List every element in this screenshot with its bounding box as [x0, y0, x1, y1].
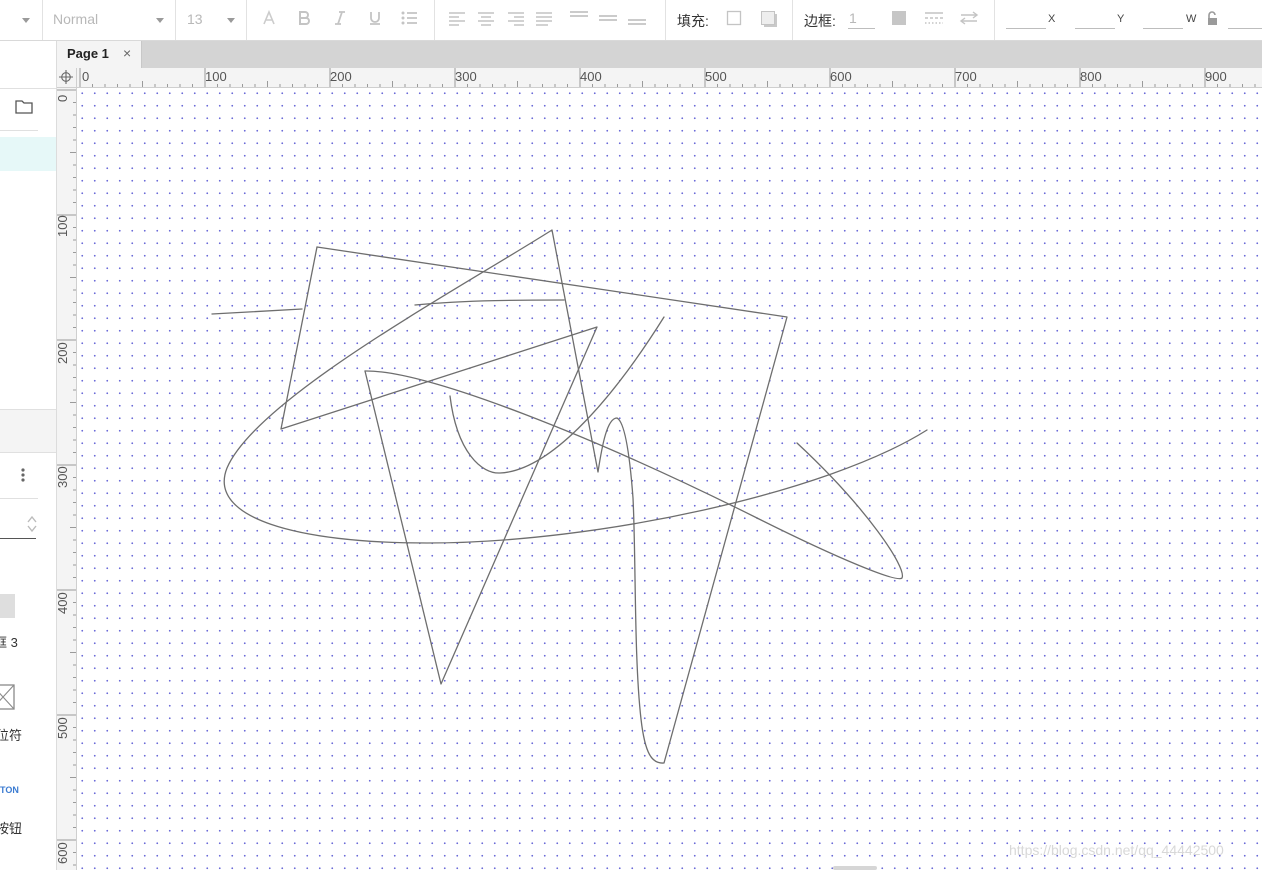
widget-button-preview[interactable]: TON — [0, 785, 19, 795]
border-color-icon[interactable] — [888, 8, 910, 30]
watermark: https://blog.csdn.net/qq_44442500 — [1009, 842, 1224, 858]
select-underline — [0, 538, 36, 539]
ruler-tick-label: 200 — [57, 342, 70, 364]
ruler-tick-label: 700 — [955, 69, 977, 84]
ruler-tick-label: 900 — [1205, 69, 1227, 84]
toolbar-divider — [792, 0, 793, 40]
ruler-tick-label: 800 — [1080, 69, 1102, 84]
border-style-icon[interactable] — [923, 8, 945, 30]
h-field[interactable] — [1228, 28, 1262, 29]
bulleted-list-icon[interactable] — [398, 8, 420, 30]
align-middle-icon[interactable] — [597, 8, 619, 30]
panel-divider — [0, 498, 38, 499]
ruler-tick-label: 500 — [57, 717, 70, 739]
widget-label-frame: 框 3 — [0, 635, 18, 650]
align-right-icon[interactable] — [505, 8, 527, 30]
toolbar: Normal 13 填充: 边框: 1 X Y W — [0, 0, 1262, 41]
panel-divider — [0, 130, 38, 131]
ruler-tick-label: 400 — [580, 69, 602, 84]
left-panel: 框 3 位符 TON 按钮 — [0, 41, 57, 870]
drawn-line-top[interactable] — [211, 308, 303, 315]
drawn-polyline-zigzag[interactable] — [223, 229, 928, 764]
toolbar-divider — [434, 0, 435, 40]
chevron-down-icon[interactable] — [227, 18, 235, 23]
border-width-underline — [848, 28, 875, 29]
lock-icon[interactable] — [1202, 9, 1224, 31]
ruler-origin[interactable] — [57, 68, 77, 88]
stepper-icon[interactable] — [26, 514, 38, 539]
fill-label: 填充: — [677, 13, 709, 29]
tab-page-1[interactable]: Page 1 × — [57, 41, 142, 68]
w-label: W — [1186, 13, 1197, 25]
tab-label: Page 1 — [67, 46, 109, 61]
ruler-tick-label: 500 — [705, 69, 727, 84]
frame-preview — [0, 594, 15, 618]
ruler-tick-label: 600 — [57, 842, 70, 864]
panel-divider — [0, 452, 56, 453]
panel-divider — [0, 88, 56, 89]
drawn-curve-ellipse[interactable] — [364, 370, 904, 580]
ruler-tick-label: 400 — [57, 592, 70, 614]
w-field[interactable] — [1143, 28, 1183, 29]
libraries-header — [0, 410, 56, 452]
ruler-tick-label: 100 — [57, 215, 70, 237]
align-bottom-icon[interactable] — [626, 8, 648, 30]
library-select[interactable] — [0, 511, 56, 539]
widget-placeholder[interactable] — [0, 683, 56, 713]
ruler-tick-label: 0 — [82, 69, 90, 84]
ruler-tick-label: 100 — [205, 69, 227, 84]
vertical-ruler: 0 100 200 300 400 500 600 — [57, 88, 77, 870]
justify-icon[interactable] — [533, 8, 555, 30]
horizontal-ruler: 0 100 200 300 400 500 600 700 800 900 — [77, 68, 1262, 88]
toolbar-divider — [175, 0, 176, 40]
italic-icon[interactable] — [329, 8, 351, 30]
y-label: Y — [1117, 13, 1125, 25]
horizontal-scrollbar[interactable] — [833, 866, 877, 870]
more-options-icon[interactable] — [21, 467, 25, 488]
arrow-style-icon[interactable] — [958, 8, 980, 30]
page-tab-strip: Page 1 × — [57, 41, 1262, 68]
placeholder-icon — [0, 684, 16, 717]
chevron-down-icon[interactable] — [22, 18, 30, 23]
font-color-icon[interactable] — [258, 8, 280, 30]
drawn-polyline-triangle[interactable] — [280, 246, 598, 685]
ruler-tick-label: 600 — [830, 69, 852, 84]
ruler-tick-label: 300 — [455, 69, 477, 84]
library-toolbar — [0, 467, 56, 487]
toolbar-divider — [665, 0, 666, 40]
pages-header — [0, 96, 56, 120]
border-label: 边框: — [804, 13, 836, 29]
border-width-field[interactable]: 1 — [849, 10, 857, 26]
chevron-down-icon[interactable] — [156, 18, 164, 23]
widget-label-placeholder: 位符 — [0, 728, 23, 743]
underline-icon[interactable] — [364, 8, 386, 30]
drawing-layer — [211, 229, 928, 764]
close-icon[interactable]: × — [123, 46, 131, 60]
bold-icon[interactable] — [293, 8, 315, 30]
toolbar-divider — [42, 0, 43, 40]
x-field[interactable] — [1006, 28, 1046, 29]
align-top-icon[interactable] — [568, 8, 590, 30]
widget-frame-swatch[interactable] — [0, 594, 56, 618]
folder-icon[interactable] — [15, 99, 33, 119]
design-canvas[interactable]: https://blog.csdn.net/qq_44442500 — [77, 88, 1262, 870]
y-field[interactable] — [1075, 28, 1115, 29]
shadow-icon[interactable] — [758, 8, 780, 30]
toolbar-divider — [246, 0, 247, 40]
drawn-curve-top[interactable] — [414, 299, 565, 306]
ruler-tick-label: 0 — [57, 95, 70, 102]
font-size-select[interactable]: 13 — [187, 11, 203, 27]
toolbar-divider — [994, 0, 995, 40]
align-center-icon[interactable] — [475, 8, 497, 30]
ruler-tick-label: 300 — [57, 466, 70, 488]
ruler-tick-label: 200 — [330, 69, 352, 84]
align-left-icon[interactable] — [446, 8, 468, 30]
crosshair-icon[interactable] — [59, 70, 73, 89]
font-style-select[interactable]: Normal — [53, 11, 98, 27]
page-list-item-selected[interactable] — [0, 137, 56, 171]
widget-label-button: 按钮 — [0, 821, 23, 836]
fill-color-icon[interactable] — [723, 8, 745, 30]
x-label: X — [1048, 13, 1056, 25]
